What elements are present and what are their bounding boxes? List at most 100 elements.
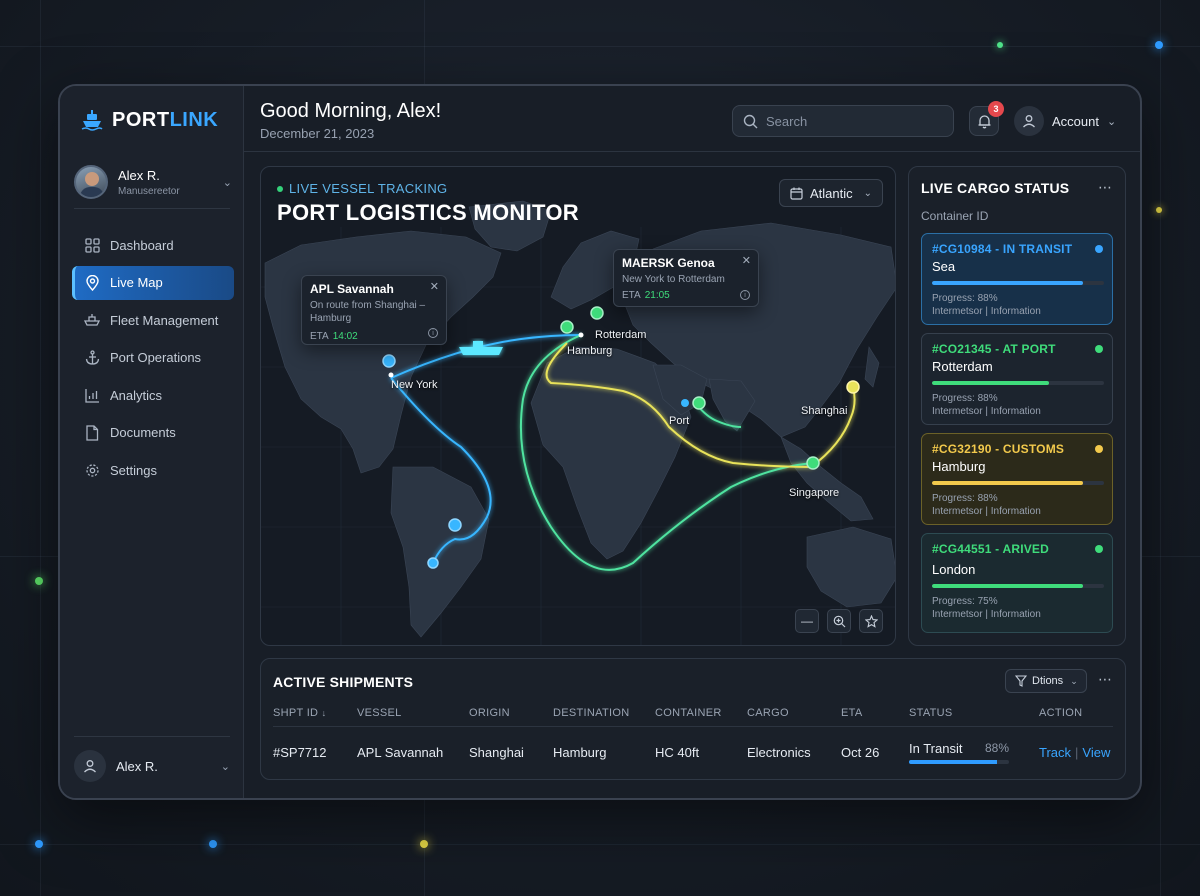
track-link[interactable]: Track [1039,745,1071,760]
cell-status-percent: 88% [985,741,1010,755]
cargo-progress-bar [932,481,1104,485]
sidebar-item-label: Documents [110,425,176,441]
cargo-status-panel: LIVE CARGO STATUS ⋯ Container ID #CG1098… [908,166,1126,646]
cargo-card-location: London [932,562,976,577]
status-dot [1095,545,1103,553]
status-dot [1095,245,1103,253]
sidebar-item-dashboard[interactable]: Dashboard [72,228,234,262]
close-icon[interactable]: ✕ [742,254,751,267]
cargo-card[interactable]: #CG44551 - ARIVED London Progress: 75% I… [921,533,1113,633]
cargo-card-id: #CO21345 - AT PORT [932,342,1056,356]
popup-vessel-name: MAERSK Genoa [622,256,715,270]
cell-shipment-id: #SP7712 [273,745,327,760]
cell-eta: Oct 26 [841,745,880,760]
cargo-card-info: Intermetsor | Information [932,406,1041,417]
map-label-shanghai: Shanghai [801,405,848,417]
column-header-vessel[interactable]: VESSEL [357,707,402,719]
status-progress-fill [909,760,997,764]
cargo-progress-bar [932,584,1104,588]
sidebar-item-fleet-management[interactable]: Fleet Management [72,303,234,337]
notifications-button[interactable]: 3 [969,101,1004,136]
bottom-user-menu[interactable]: Alex R. ⌄ [74,748,230,784]
column-header-status[interactable]: STATUS [909,707,953,719]
vessel-popup-apl-savannah[interactable]: APL Savannah On route from Shanghai – Ha… [301,275,447,345]
sidebar-nav: Dashboard Live Map Fleet Management Port… [72,228,234,491]
options-button[interactable]: Dtions ⌄ [1005,669,1087,693]
brand-name-part2: LINK [169,108,219,131]
map-label-rotterdam: Rotterdam [595,329,647,341]
user-profile[interactable]: Alex R. Manusereetor ⌄ [74,158,232,206]
region-select[interactable]: Atlantic ⌄ [779,179,883,207]
sidebar-item-live-map[interactable]: Live Map [72,265,234,300]
divider [74,208,230,209]
sidebar-item-port-operations[interactable]: Port Operations [72,341,234,375]
map-label-singapore: Singapore [789,487,840,499]
cargo-card[interactable]: #CG10984 - IN TRANSIT Sea Progress: 88% … [921,233,1113,325]
live-indicator-dot [277,185,283,192]
user-name: Alex R. [118,167,160,183]
account-menu[interactable]: Account ⌄ [1014,105,1116,137]
favorite-button[interactable] [859,609,883,633]
vessel-popup-maersk-genoa[interactable]: MAERSK Genoa New York to Rotterdam ETA 2… [613,249,759,307]
calendar-icon [790,187,803,200]
cargo-card-info: Intermetsor | Information [932,506,1041,517]
sidebar-item-label: Port Operations [110,350,202,366]
star-icon [864,614,878,628]
info-icon[interactable]: i [740,290,750,300]
cargo-card-info: Intermetsor | Information [932,609,1041,620]
popup-eta-label: ETA [310,331,329,342]
popup-eta: ETA 14:02 [310,331,438,342]
sidebar-item-settings[interactable]: Settings [72,454,234,488]
sidebar-item-label: Live Map [110,275,163,291]
live-tracking-text: LIVE VESSEL TRACKING [289,181,448,196]
cargo-card[interactable]: #CG32190 - CUSTOMS Hamburg Progress: 88%… [921,433,1113,525]
cell-vessel: APL Savannah [357,745,444,760]
search-input[interactable] [766,113,936,129]
column-header-action[interactable]: ACTION [1039,707,1082,719]
column-header-destination[interactable]: DESTINATION [553,707,629,719]
info-icon[interactable]: i [428,328,438,338]
greeting: Good Morning, Alex! [260,100,442,122]
map-controls: — [795,609,883,633]
zoom-in-icon [833,615,845,627]
gear-icon [84,463,100,479]
column-header-shpt-id[interactable]: SHPT ID ↓ [273,707,326,719]
document-icon [84,425,100,441]
close-icon[interactable]: ✕ [430,280,439,293]
more-options-icon[interactable]: ⋯ [1098,179,1113,196]
user-icon [74,750,106,782]
status-dot [1095,345,1103,353]
ship-icon [84,312,100,328]
anchor-icon [84,350,100,366]
chevron-down-icon[interactable]: ⌄ [223,176,232,189]
column-header-container[interactable]: CONTAINER [655,707,722,719]
cargo-card-info: Intermetsor | Information [932,306,1041,317]
user-role: Manusereetor [118,185,180,197]
zoom-in-button[interactable] [827,609,851,633]
cell-container: HC 40ft [655,745,700,760]
sort-arrow-icon: ↓ [321,708,327,718]
view-link[interactable]: View [1082,745,1110,760]
more-options-icon[interactable]: ⋯ [1098,671,1113,688]
column-header-eta[interactable]: ETA [841,707,862,719]
cargo-progress-bar [932,281,1104,285]
bottom-user-name: Alex R. [116,758,158,774]
zoom-out-button[interactable]: — [795,609,819,633]
map-label-port: Port [669,415,690,427]
brand-logo[interactable]: PORTLINK [80,108,218,132]
sidebar-item-documents[interactable]: Documents [72,416,234,450]
sidebar-item-label: Settings [110,463,157,479]
cargo-card[interactable]: #CO21345 - AT PORT Rotterdam Progress: 8… [921,333,1113,425]
column-header-cargo[interactable]: CARGO [747,707,789,719]
brand-name-part1: PORT [112,108,170,131]
chevron-down-icon[interactable]: ⌄ [221,760,230,773]
popup-route: New York to Rotterdam [622,274,725,285]
column-header-origin[interactable]: ORIGIN [469,707,510,719]
cargo-panel-subtitle: Container ID [921,209,989,223]
cargo-progress-fill [932,584,1084,588]
sidebar-item-analytics[interactable]: Analytics [72,378,234,412]
search-box[interactable] [732,105,954,137]
chevron-down-icon: ⌄ [1106,115,1117,128]
filter-icon [1015,675,1027,687]
active-shipments-panel: ACTIVE SHIPMENTS Dtions ⌄ ⋯ SHPT ID ↓ VE… [260,658,1126,780]
